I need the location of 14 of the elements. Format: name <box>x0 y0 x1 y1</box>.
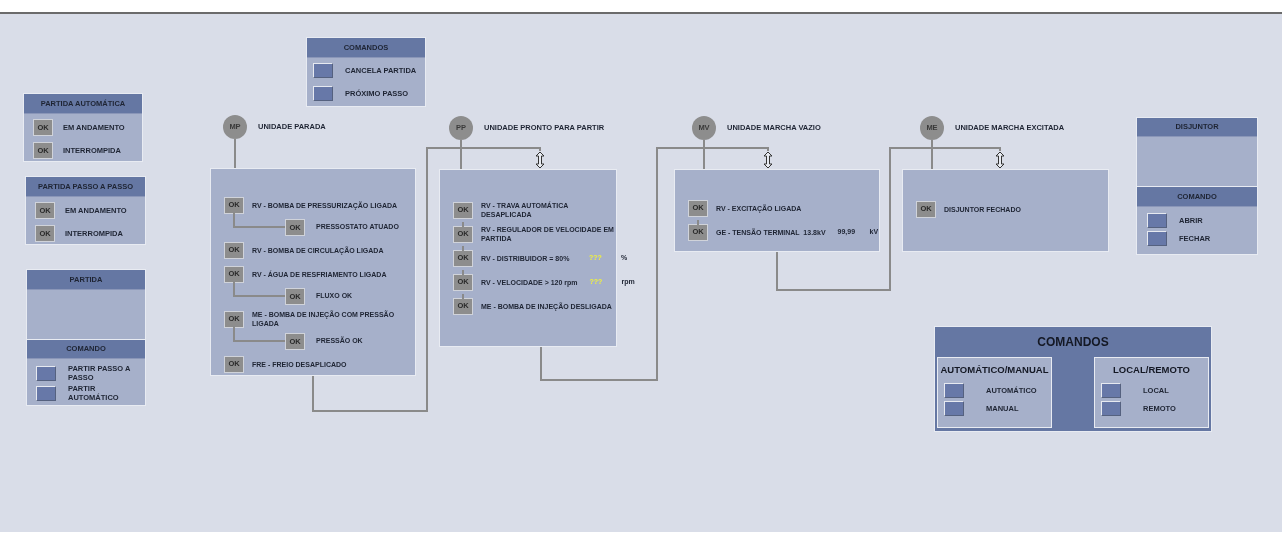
command-button[interactable] <box>1147 231 1167 246</box>
command-button[interactable] <box>313 86 333 101</box>
command-button[interactable] <box>944 401 964 416</box>
group-title: LOCAL/REMOTO <box>1112 363 1191 377</box>
panel-title: COMANDOS <box>1036 334 1110 351</box>
connector-line <box>234 138 236 169</box>
command-button[interactable] <box>1101 383 1121 398</box>
command-button[interactable] <box>944 383 964 398</box>
group-title: AUTOMÁTICO/MANUAL <box>939 363 1050 377</box>
command-button[interactable] <box>313 63 333 78</box>
command-button[interactable] <box>36 385 56 401</box>
command-button[interactable] <box>1147 213 1167 228</box>
command-button[interactable] <box>1101 401 1121 416</box>
command-button[interactable] <box>36 365 56 381</box>
